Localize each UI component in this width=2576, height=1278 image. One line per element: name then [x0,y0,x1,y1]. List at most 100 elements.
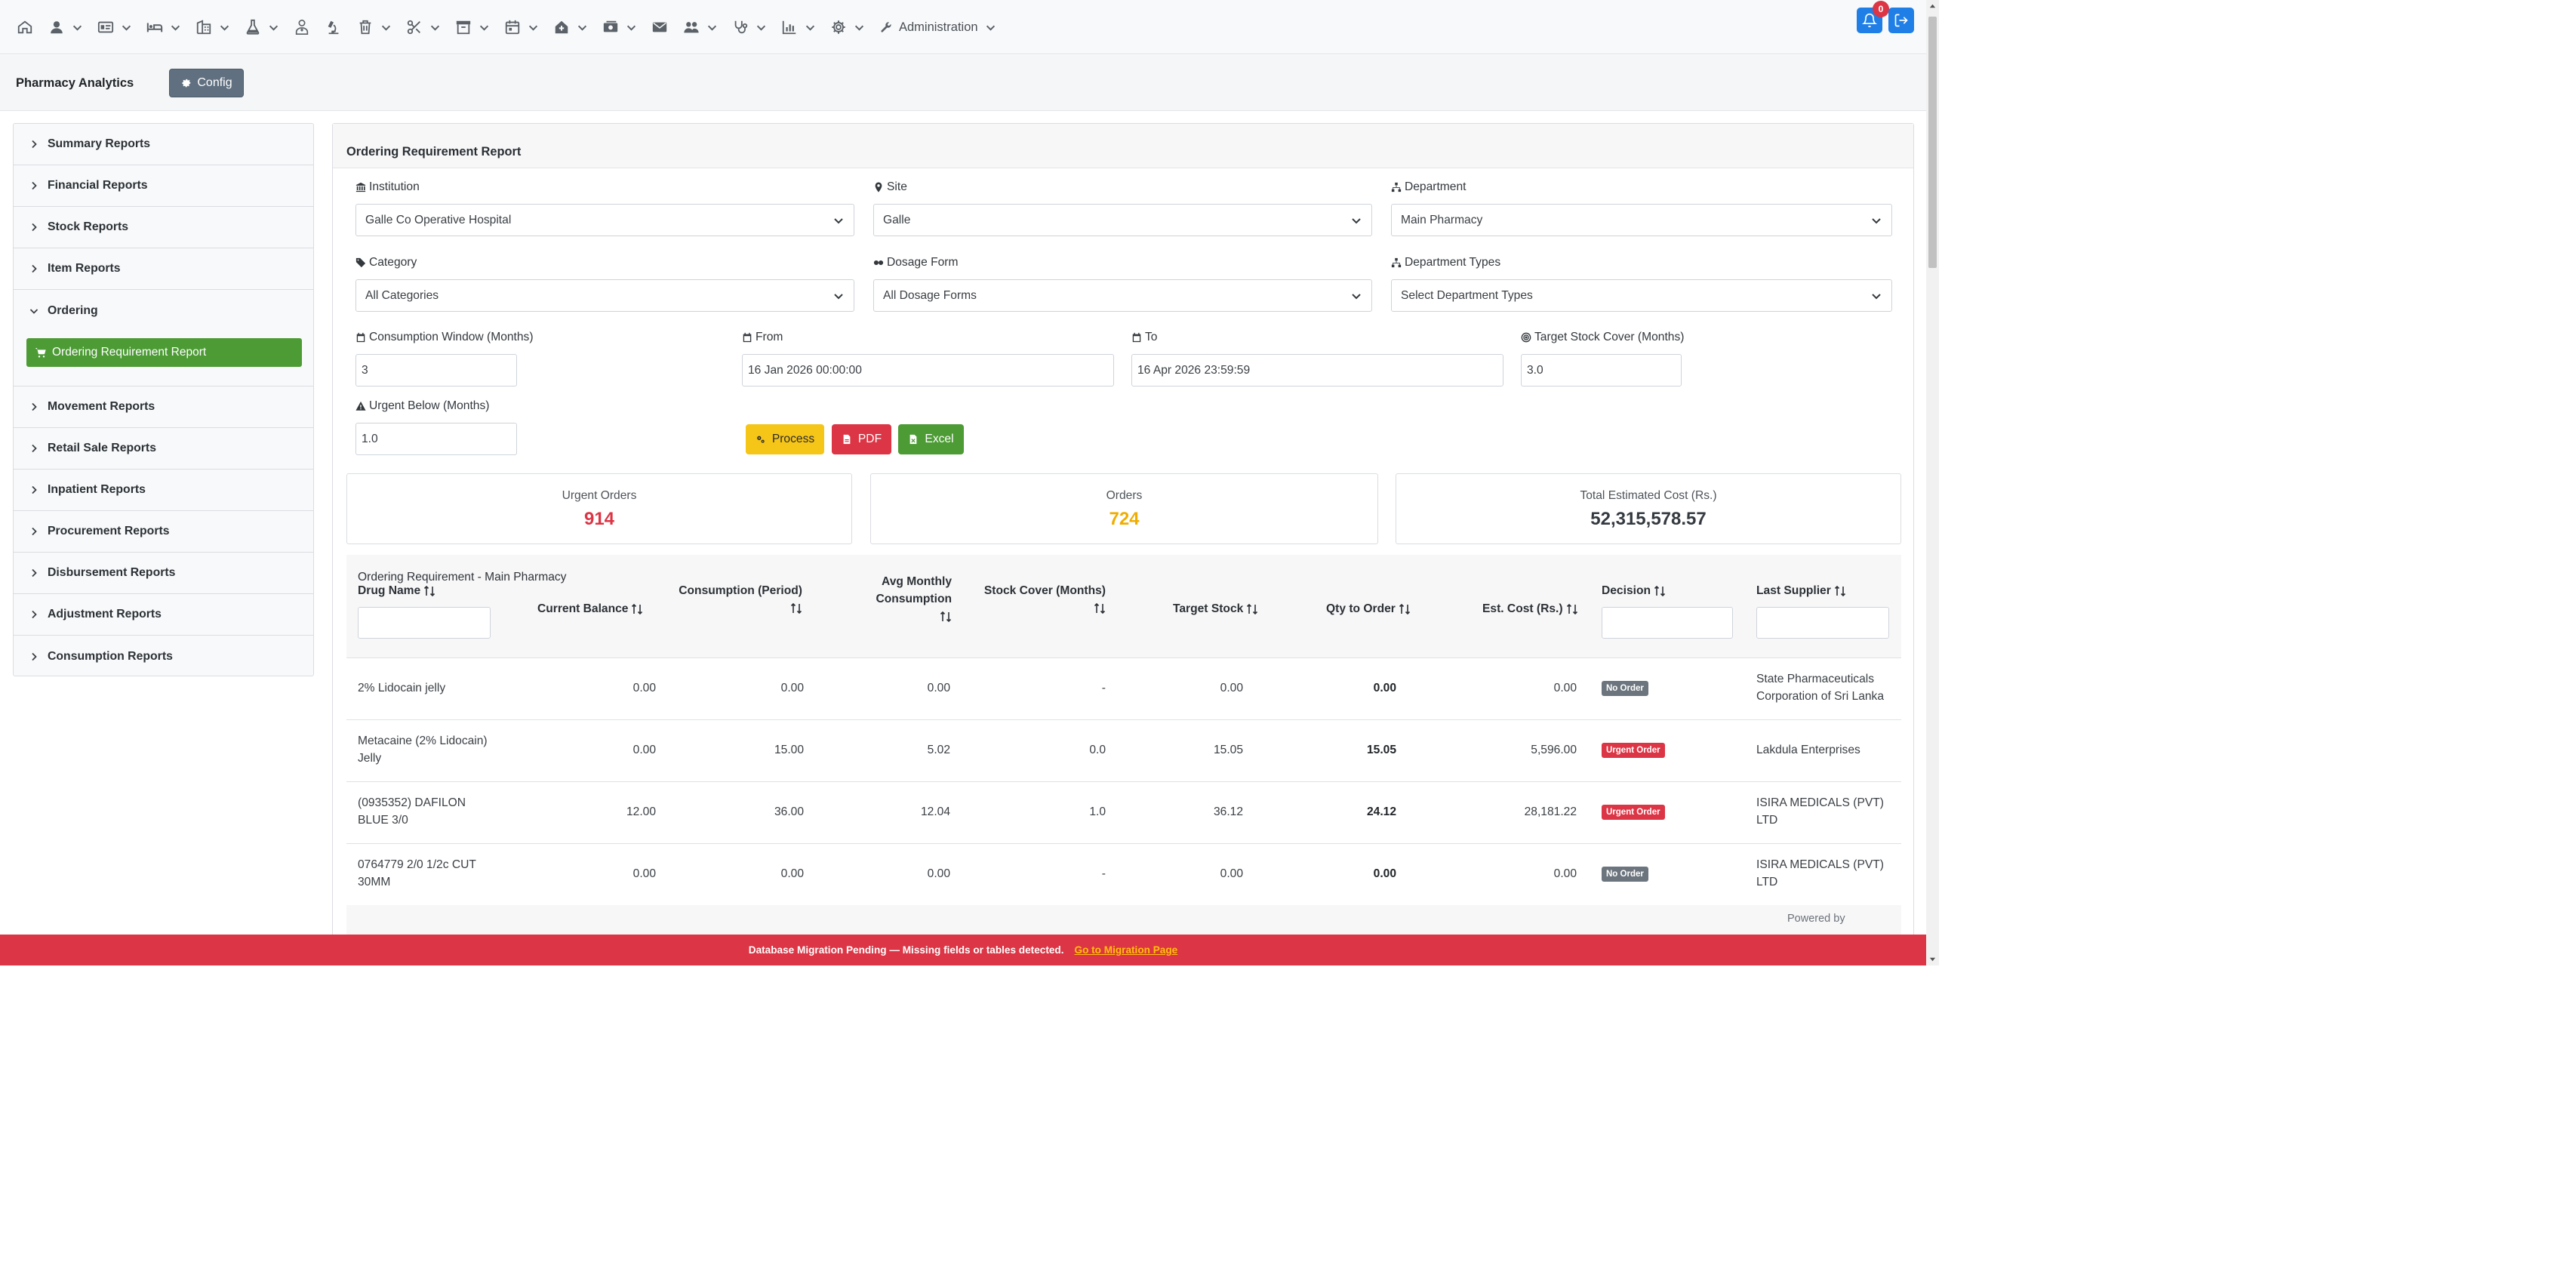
decision-filter-input[interactable] [1602,607,1733,639]
sidebar-item-adjustment-reports[interactable]: Adjustment Reports [14,594,313,636]
column-header-stock-cover[interactable]: Stock Cover (Months) [971,582,1106,617]
from-date-input[interactable]: 16 Jan 2026 00:00:00 [742,354,1114,386]
warning-icon [355,401,366,411]
urgent-below-input[interactable]: 1.0 [355,423,517,455]
last-supplier-filter-input[interactable] [1756,607,1889,639]
column-header-avg-monthly-consumption[interactable]: Avg Monthly Consumption [861,573,952,625]
nav-menu-gear[interactable] [829,14,866,41]
calendar-icon [1132,332,1141,343]
sidebar-item-retail-sale-reports[interactable]: Retail Sale Reports [14,428,313,470]
column-header-current-balance[interactable]: Current Balance [537,600,643,617]
excel-button[interactable]: Excel [898,424,964,454]
nav-menu-bed[interactable] [145,14,182,41]
nav-menu-trash[interactable] [355,14,392,41]
sidebar-item-inpatient-reports[interactable]: Inpatient Reports [14,470,313,511]
total-cost-value: 52,315,578.57 [1590,509,1707,529]
process-button[interactable]: Process [746,424,824,454]
nav-menu-chart[interactable] [780,14,817,41]
sidebar-item-financial-reports[interactable]: Financial Reports [14,165,313,207]
consumption-window-value: 3 [362,363,368,377]
table-row[interactable]: Metacaine (2% Lidocain) Jelly 0.00 15.00 5.0… [346,719,1901,781]
column-header-target-stock[interactable]: Target Stock [1173,600,1258,617]
logout-button[interactable] [1888,8,1914,33]
nav-menu-house-medical[interactable] [552,14,589,41]
drug-name-filter-input[interactable] [358,607,491,639]
chevron-down-icon [72,25,82,31]
chevron-down-icon [171,25,180,31]
nav-menu-administration[interactable]: Administration [878,14,997,41]
powered-by-text: Powered by [1787,913,1845,925]
sidebar-item-procurement-reports[interactable]: Procurement Reports [14,511,313,553]
column-header-decision[interactable]: Decision [1602,582,1666,599]
column-header-label: Qty to Order [1326,602,1396,615]
nav-menu-microscope[interactable] [324,14,343,41]
column-header-est-cost[interactable]: Est. Cost (Rs.) [1482,600,1578,617]
nav-menu-envelope[interactable] [650,14,669,41]
from-label: From [742,331,783,344]
sidebar-subitem-ordering-requirement-report[interactable]: Ordering Requirement Report [26,338,302,367]
notifications-button[interactable]: 0 [1857,1,1889,33]
cart-icon [35,348,46,358]
sidebar-item-label: Stock Reports [48,220,129,233]
column-header-qty-to-order[interactable]: Qty to Order [1326,600,1411,617]
nav-menu-scissors[interactable] [405,14,442,41]
sidebar-item-item-reports[interactable]: Item Reports [14,248,313,290]
table-row[interactable]: 2% Lidocain jelly 0.00 0.00 0.00 - 0.00 0.00 0.… [346,657,1901,719]
nav-menu-users[interactable] [682,14,719,41]
nav-menu-id-card[interactable] [96,14,133,41]
chevron-down-icon [381,25,391,31]
scroll-down-arrow[interactable] [1926,953,1939,965]
top-navbar: Administration 0 [0,0,1926,54]
cell-avg-monthly-consumption: 0.00 [927,867,950,880]
institution-select-value: Galle Co Operative Hospital [365,213,512,226]
nav-menu-home[interactable] [15,14,35,41]
chevron-down-icon [805,25,815,31]
scroll-up-arrow[interactable] [1926,0,1939,13]
sidebar-item-stock-reports[interactable]: Stock Reports [14,207,313,248]
chevron-right-icon [32,402,37,411]
institution-select[interactable]: Galle Co Operative Hospital [355,204,854,236]
orders-card: Orders 724 [870,473,1378,544]
column-header-consumption-period[interactable]: Consumption (Period) [674,582,802,617]
nav-menu-calendar[interactable] [503,14,540,41]
site-select[interactable]: Galle [873,204,1372,236]
sidebar-item-movement-reports[interactable]: Movement Reports [14,386,313,428]
department-types-select[interactable]: Select Department Types [1391,279,1892,312]
sidebar-item-disbursement-reports[interactable]: Disbursement Reports [14,553,313,594]
migration-page-link[interactable]: Go to Migration Page [1075,944,1178,956]
cell-consumption-period: 15.00 [774,744,804,756]
bed-icon [146,23,163,32]
category-select-value: All Categories [365,288,439,302]
home-icon [17,20,32,34]
consumption-window-input[interactable]: 3 [355,354,517,386]
category-select[interactable]: All Categories [355,279,854,312]
institution-label-text: Institution [369,180,420,193]
department-select[interactable]: Main Pharmacy [1391,204,1892,236]
page-scrollbar[interactable] [1926,0,1939,965]
category-label-text: Category [369,256,417,269]
chevron-down-icon [756,25,766,31]
table-row[interactable]: (0935352) DAFILON BLUE 3/0 12.00 36.00 12.04… [346,781,1901,843]
nav-menu-building[interactable] [194,14,231,41]
department-types-select-value: Select Department Types [1401,288,1533,302]
sidebar-item-consumption-reports[interactable]: Consumption Reports [14,636,313,677]
dosage-form-select[interactable]: All Dosage Forms [873,279,1372,312]
to-date-input[interactable]: 16 Apr 2026 23:59:59 [1131,354,1503,386]
column-header-last-supplier[interactable]: Last Supplier [1756,582,1846,599]
target-stock-cover-label: Target Stock Cover (Months) [1521,331,1684,344]
nav-menu-stethoscope[interactable] [731,14,768,41]
sort-icon [1654,585,1666,597]
table-row[interactable]: 0764779 2/0 1/2c CUT 30MM 0.00 0.00 0.00 - 0.0… [346,843,1901,905]
nav-menu-money[interactable] [601,14,638,41]
sidebar-item-ordering[interactable]: Ordering [14,290,313,331]
column-header-drug-name[interactable]: Drug Name [358,582,435,599]
config-button[interactable]: Config [169,69,244,97]
nav-menu-doctor[interactable] [292,14,312,41]
nav-menu-archive[interactable] [454,14,491,41]
target-stock-cover-input[interactable]: 3.0 [1521,354,1682,386]
sidebar-item-summary-reports[interactable]: Summary Reports [14,124,313,165]
pdf-button[interactable]: PDF [832,424,891,454]
nav-menu-user[interactable] [47,14,84,41]
scrollbar-thumb[interactable] [1928,17,1937,268]
nav-menu-flask[interactable] [243,14,280,41]
